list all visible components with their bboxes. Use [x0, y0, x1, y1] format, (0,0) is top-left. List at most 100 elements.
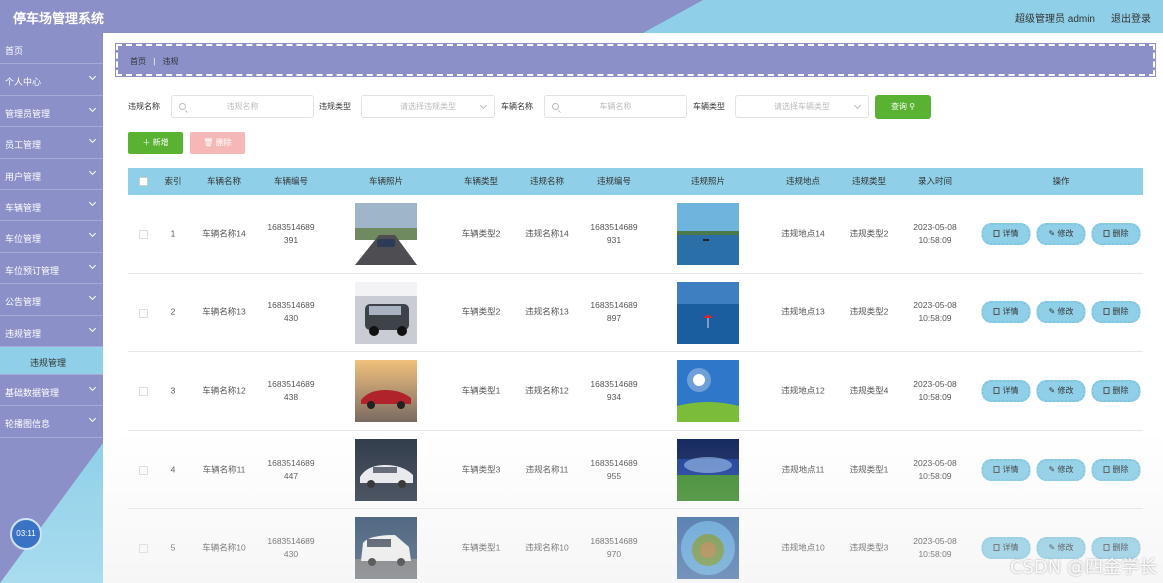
entry-date: 2023-05-08	[913, 378, 957, 389]
vehicle-type-select[interactable]: 请选择车辆类型	[735, 95, 869, 118]
vehicle-photo[interactable]	[355, 360, 417, 423]
delete-button[interactable]: 删除	[1091, 379, 1141, 402]
vehicle-name-input[interactable]: 车辆名称	[544, 95, 687, 118]
violation-name: 违规名称10	[525, 542, 569, 553]
vehicle-photo[interactable]	[355, 281, 417, 344]
entry-time: 2023-05-08 10:58:09	[913, 378, 956, 404]
vehicle-number: 1683514689 438	[267, 378, 314, 404]
sidebar-item[interactable]: 基础数据管理	[0, 375, 103, 407]
sidebar-item[interactable]: 公告管理	[0, 284, 103, 316]
detail-button[interactable]: 详情	[981, 458, 1031, 481]
query-button[interactable]: 查询 ⚲	[875, 95, 931, 119]
violation-number-line2: 934	[606, 391, 622, 402]
breadcrumb-home[interactable]: 首页	[130, 57, 146, 66]
violation-type: 违规类型2	[849, 306, 889, 317]
add-button[interactable]: ＋ 新增	[128, 132, 183, 154]
document-icon	[993, 544, 1000, 552]
sidebar-subitem[interactable]: 违规管理	[0, 346, 103, 375]
row-checkbox[interactable]	[139, 308, 148, 318]
search-icon	[552, 103, 559, 110]
breadcrumb-separator: |	[153, 57, 156, 66]
select-all-checkbox[interactable]	[139, 177, 148, 186]
detail-button[interactable]: 详情	[981, 301, 1031, 324]
violation-number-line1: 1683514689	[590, 300, 638, 311]
sidebar-item[interactable]: 车位管理	[0, 221, 103, 253]
detail-label: 详情	[1002, 543, 1019, 553]
edit-label: 修改	[1057, 385, 1074, 395]
chevron-down-icon	[853, 101, 862, 110]
sidebar-item[interactable]: 车辆管理	[0, 190, 103, 222]
violation-type: 违规类型4	[849, 385, 889, 396]
sidebar-item[interactable]: 轮播图信息	[0, 406, 103, 438]
vehicle-type: 车辆类型2	[461, 306, 501, 317]
current-user-label: 超级管理员 admin	[1014, 14, 1095, 25]
sidebar-item-label: 公告管理	[5, 297, 42, 308]
vehicle-type: 车辆类型2	[461, 228, 501, 239]
sidebar-item[interactable]: 用户管理	[0, 159, 103, 190]
detail-button[interactable]: 详情	[981, 222, 1031, 245]
violation-number-line1: 1683514689	[590, 378, 638, 389]
entry-date: 2023-05-08	[913, 457, 957, 468]
vehicle-photo[interactable]	[355, 517, 417, 580]
watermark: CSDN @四金学长	[1009, 557, 1157, 578]
row-index: 5	[170, 542, 176, 553]
violation-photo[interactable]	[677, 281, 739, 344]
vehicle-photo[interactable]	[355, 438, 417, 501]
trash-icon	[1103, 386, 1110, 394]
vehicle-photo[interactable]	[355, 203, 417, 265]
violation-photo[interactable]	[677, 203, 739, 265]
sidebar-item-label: 轮播图信息	[5, 419, 51, 430]
violation-number: 1683514689 931	[590, 221, 637, 247]
column-header: 录入时间	[917, 176, 953, 186]
row-checkbox[interactable]	[139, 544, 148, 554]
edit-button[interactable]: ✎ 修改	[1036, 301, 1086, 324]
logout-link[interactable]: 退出登录	[1111, 10, 1151, 25]
document-icon	[993, 229, 1000, 237]
delete-button[interactable]: 删除	[1091, 458, 1141, 481]
sidebar-item[interactable]: 违规管理	[0, 316, 103, 347]
violation-photo[interactable]	[677, 360, 739, 423]
violation-name-input[interactable]: 违规名称	[171, 95, 314, 118]
detail-button[interactable]: 详情	[981, 379, 1031, 402]
entry-clock: 10:58:09	[918, 313, 952, 324]
row-checkbox[interactable]	[139, 387, 148, 397]
delete-label: 删除	[1112, 228, 1129, 238]
violation-number: 1683514689 897	[590, 299, 637, 325]
row-checkbox[interactable]	[139, 230, 148, 239]
sidebar-item[interactable]: 个人中心	[0, 64, 103, 96]
violation-name: 违规名称14	[525, 228, 569, 239]
delete-button[interactable]: 删除	[1091, 222, 1141, 245]
violation-location: 违规地点13	[781, 306, 825, 317]
edit-button[interactable]: ✎ 修改	[1036, 222, 1086, 245]
sidebar-item[interactable]: 管理员管理	[0, 96, 103, 128]
chevron-down-icon	[88, 383, 97, 391]
violation-type-select[interactable]: 请选择违规类型	[361, 95, 495, 118]
vehicle-number-line2: 430	[283, 549, 299, 560]
edit-label: 修改	[1057, 543, 1074, 553]
batch-delete-button[interactable]: 🗑 删除	[190, 132, 245, 154]
chevron-down-icon	[88, 198, 97, 206]
row-index: 4	[170, 464, 176, 475]
entry-clock: 10:58:09	[918, 391, 952, 402]
edit-label: 修改	[1057, 228, 1074, 238]
row-index: 3	[170, 385, 176, 396]
row-index: 1	[170, 228, 176, 239]
violation-photo[interactable]	[677, 517, 739, 580]
table-body: 1 车辆名称14 1683514689 391 车辆类型2 违规名称14 168351468…	[128, 195, 1143, 583]
entry-date: 2023-05-08	[913, 221, 957, 232]
violation-photo[interactable]	[677, 438, 739, 501]
sidebar-item[interactable]: 车位预订管理	[0, 253, 103, 285]
row-checkbox[interactable]	[139, 465, 148, 475]
table-row: 1 车辆名称14 1683514689 391 车辆类型2 违规名称14 168351468…	[128, 195, 1143, 274]
vehicle-number-line1: 1683514689	[267, 457, 315, 468]
batch-delete-label: 删除	[215, 138, 232, 147]
edit-button[interactable]: ✎ 修改	[1036, 379, 1086, 402]
chevron-down-icon	[88, 415, 97, 423]
sidebar-item[interactable]: 首页	[0, 33, 103, 65]
chevron-down-icon	[88, 293, 97, 301]
sidebar-item[interactable]: 员工管理	[0, 127, 103, 159]
edit-button[interactable]: ✎ 修改	[1036, 458, 1086, 481]
delete-button[interactable]: 删除	[1091, 301, 1141, 324]
violation-name-label: 违规名称	[128, 102, 160, 111]
top-header: 停车场管理系统 超级管理员 admin 退出登录	[0, 0, 1163, 33]
